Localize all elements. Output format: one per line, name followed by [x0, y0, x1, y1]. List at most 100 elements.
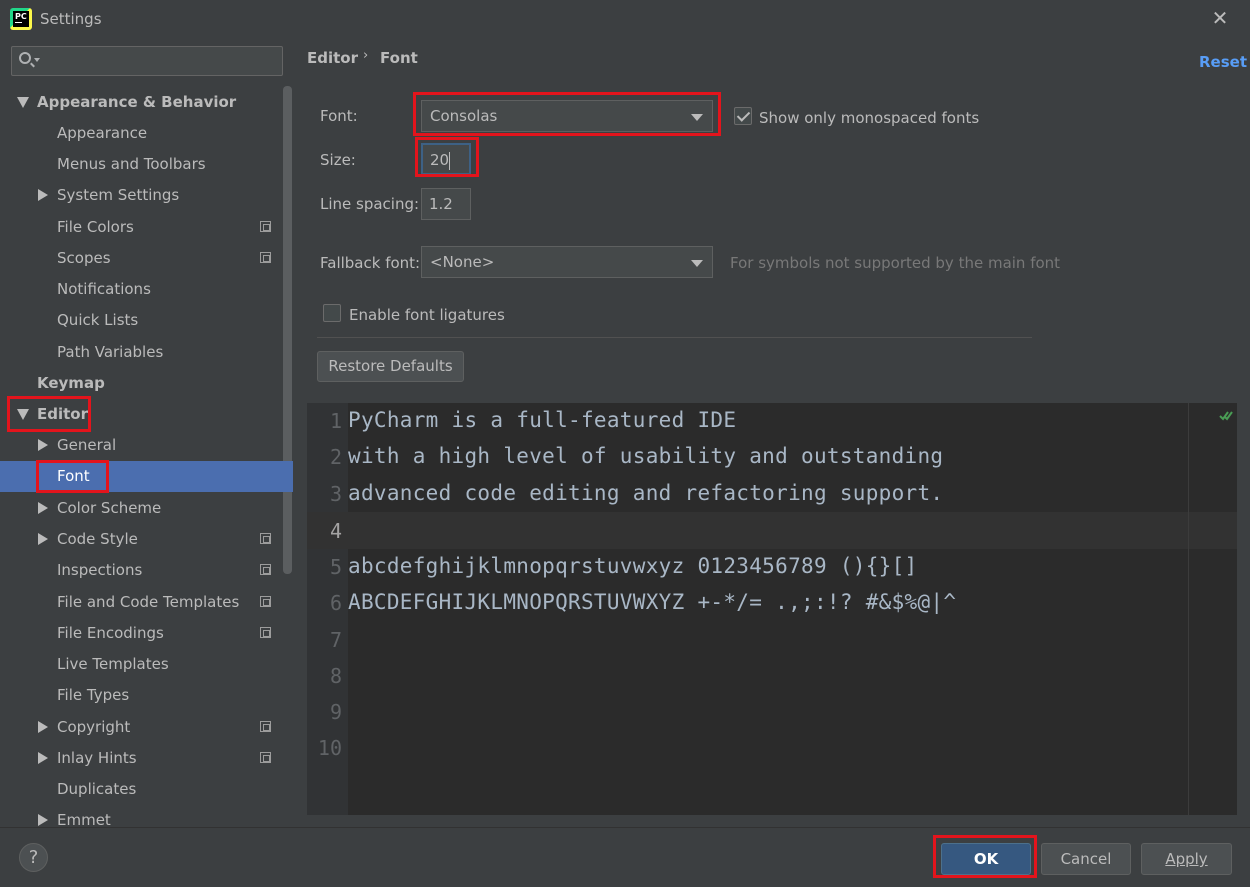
line-number: 5: [329, 555, 342, 579]
sidebar-item-scopes[interactable]: Scopes: [0, 243, 293, 274]
project-settings-icon: [260, 627, 271, 638]
sidebar-item-color-scheme[interactable]: Color Scheme: [0, 493, 293, 524]
sidebar-item-label: File Types: [57, 686, 130, 704]
monospaced-label: Show only monospaced fonts: [759, 109, 980, 127]
expanded-arrow-icon[interactable]: [17, 97, 29, 108]
sidebar-item-live-templates[interactable]: Live Templates: [0, 649, 293, 680]
right-margin-guide: [1188, 403, 1189, 815]
sidebar-item-duplicates[interactable]: Duplicates: [0, 774, 293, 805]
line-number: 2: [329, 445, 342, 469]
ligatures-checkbox[interactable]: [323, 304, 341, 322]
sidebar-item-quick-lists[interactable]: Quick Lists: [0, 305, 293, 336]
line-number: 7: [329, 628, 342, 652]
collapsed-arrow-icon[interactable]: [38, 814, 48, 826]
sidebar-item-label: Path Variables: [57, 343, 164, 361]
font-label: Font:: [320, 107, 358, 125]
sidebar-item-appearance[interactable]: Appearance: [0, 118, 293, 149]
sidebar-item-notifications[interactable]: Notifications: [0, 274, 293, 305]
project-settings-icon: [260, 533, 271, 544]
line-number: 8: [329, 664, 342, 688]
cancel-button[interactable]: Cancel: [1041, 843, 1131, 875]
project-settings-icon: [260, 596, 271, 607]
fallback-font-label: Fallback font:: [320, 254, 421, 272]
preview-line: advanced code editing and refactoring su…: [348, 481, 944, 505]
sidebar-item-label: Duplicates: [57, 780, 137, 798]
line-number: 1: [329, 409, 342, 433]
window-title: Settings: [40, 10, 102, 28]
fallback-font-select[interactable]: <None>: [421, 246, 713, 278]
project-settings-icon: [260, 721, 271, 732]
monospaced-checkbox[interactable]: [734, 107, 752, 125]
line-number: 4: [329, 519, 342, 543]
sidebar-item-label: File Colors: [57, 218, 134, 236]
sidebar-item-label: Appearance & Behavior: [37, 93, 237, 111]
line-number: 9: [329, 700, 342, 724]
sidebar-item-label: Notifications: [57, 280, 151, 298]
preview-line: abcdefghijklmnopqrstuvwxyz 0123456789 ()…: [348, 554, 918, 578]
sidebar-item-label: File Encodings: [57, 624, 164, 642]
ok-highlight-box: [933, 835, 1037, 878]
collapsed-arrow-icon[interactable]: [38, 752, 48, 764]
sidebar-item-appearance-behavior[interactable]: Appearance & Behavior: [0, 87, 293, 118]
sidebar-item-file-code-templates[interactable]: File and Code Templates: [0, 587, 293, 618]
sidebar-item-code-style[interactable]: Code Style: [0, 524, 293, 555]
preview-line: ABCDEFGHIJKLMNOPQRSTUVWXYZ +-*/= .,;:!? …: [348, 590, 957, 614]
collapsed-arrow-icon[interactable]: [38, 533, 48, 545]
close-icon[interactable]: ✕: [1208, 6, 1232, 30]
sidebar-item-label: Keymap: [37, 374, 105, 392]
sidebar-item-general[interactable]: General: [0, 430, 293, 461]
collapsed-arrow-icon[interactable]: [38, 189, 48, 201]
line-spacing-label: Line spacing:: [320, 195, 420, 213]
breadcrumb-font: Font: [380, 49, 418, 67]
divider: [317, 337, 1032, 338]
restore-defaults-button[interactable]: Restore Defaults: [317, 351, 464, 382]
sidebar-item-label: Color Scheme: [57, 499, 162, 517]
line-number: 10: [317, 736, 342, 760]
fallback-font-hint: For symbols not supported by the main fo…: [730, 254, 1061, 272]
help-button[interactable]: ?: [19, 843, 48, 872]
sidebar-item-keymap[interactable]: Keymap: [0, 368, 293, 399]
sidebar-item-label: Emmet: [57, 811, 111, 827]
breadcrumb-separator: ›: [363, 48, 369, 63]
font-highlight-box: [36, 460, 109, 493]
sidebar-item-label: Copyright: [57, 718, 131, 736]
sidebar-item-path-variables[interactable]: Path Variables: [0, 337, 293, 368]
apply-button[interactable]: Apply: [1141, 843, 1232, 875]
line-spacing-input[interactable]: 1.2: [421, 188, 471, 220]
line-number: 3: [329, 482, 342, 506]
sidebar-item-label: File and Code Templates: [57, 593, 240, 611]
sidebar-item-inspections[interactable]: Inspections: [0, 555, 293, 586]
pycharm-logo-icon: PC: [10, 8, 32, 30]
collapsed-arrow-icon[interactable]: [38, 439, 48, 451]
search-options-icon[interactable]: [34, 58, 40, 62]
breadcrumb-editor[interactable]: Editor: [307, 49, 358, 67]
sidebar-item-copyright[interactable]: Copyright: [0, 712, 293, 743]
reset-link[interactable]: Reset: [1199, 53, 1247, 71]
font-select-highlight-box: [413, 92, 721, 136]
settings-sidebar: Appearance & Behavior Appearance Menus a…: [0, 38, 293, 827]
fallback-font-value: <None>: [430, 253, 495, 271]
project-settings-icon: [260, 752, 271, 763]
sidebar-item-label: Menus and Toolbars: [57, 155, 206, 173]
sidebar-item-file-types[interactable]: File Types: [0, 680, 293, 711]
sidebar-item-emmet[interactable]: Emmet: [0, 805, 293, 827]
sidebar-item-system-settings[interactable]: System Settings: [0, 180, 293, 211]
editor-highlight-box: [7, 396, 91, 432]
sidebar-item-inlay-hints[interactable]: Inlay Hints: [0, 743, 293, 774]
sidebar-item-file-colors[interactable]: File Colors: [0, 212, 293, 243]
line-number: 6: [329, 591, 342, 615]
title-bar: PC Settings ✕: [0, 0, 1250, 38]
preview-line: PyCharm is a full-featured IDE: [348, 408, 737, 432]
collapsed-arrow-icon[interactable]: [38, 502, 48, 514]
sidebar-item-label: Scopes: [57, 249, 111, 267]
search-input[interactable]: [11, 46, 283, 76]
sidebar-item-label: System Settings: [57, 186, 180, 204]
collapsed-arrow-icon[interactable]: [38, 721, 48, 733]
ligatures-label: Enable font ligatures: [349, 306, 505, 324]
size-highlight-box: [415, 137, 479, 177]
project-settings-icon: [260, 252, 271, 263]
sidebar-item-file-encodings[interactable]: File Encodings: [0, 618, 293, 649]
project-settings-icon: [260, 221, 271, 232]
caret-row-highlight: [307, 512, 1237, 549]
sidebar-item-menus-toolbars[interactable]: Menus and Toolbars: [0, 149, 293, 180]
